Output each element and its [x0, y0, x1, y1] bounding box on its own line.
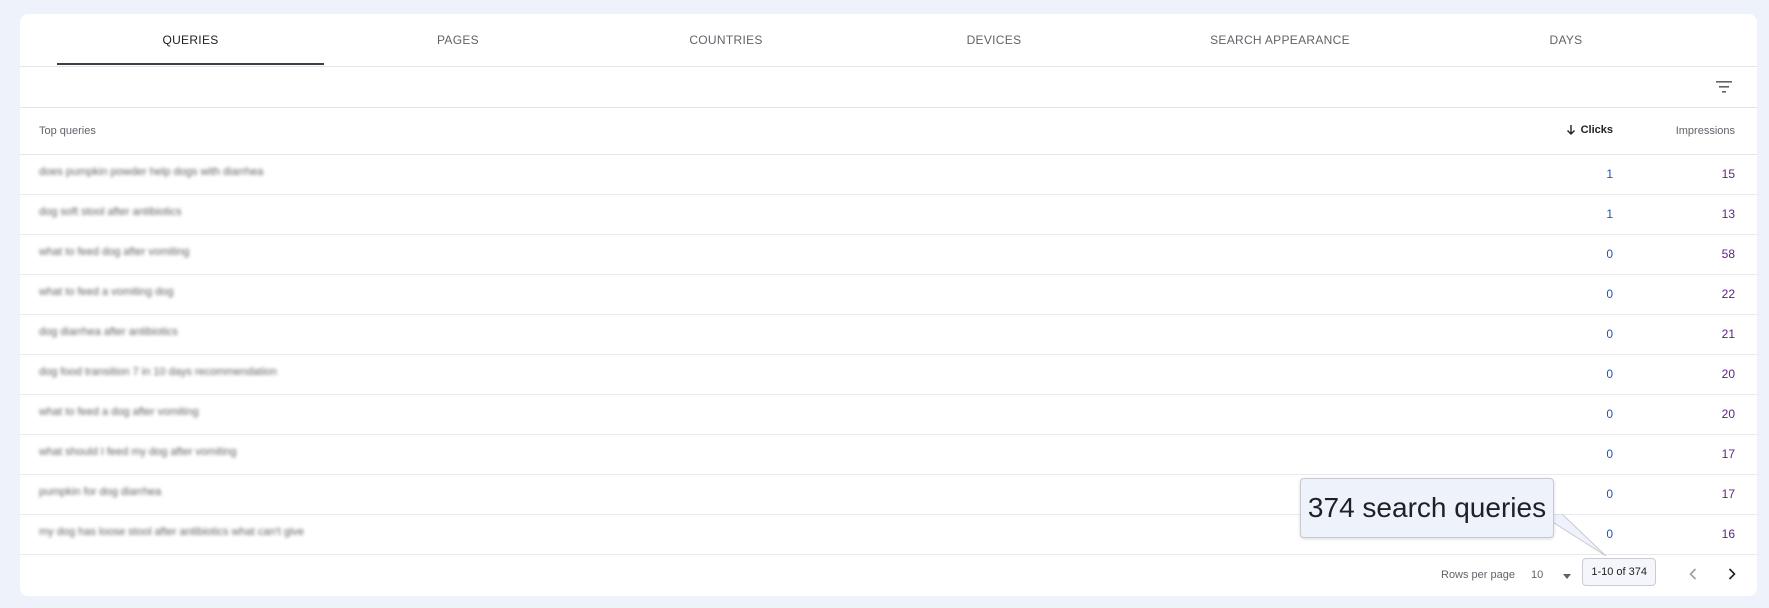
table-row[interactable]: what to feed a dog after vomiting 0 20 — [20, 395, 1757, 435]
column-header-clicks[interactable]: Clicks — [1565, 124, 1613, 136]
table-row[interactable]: does pumpkin powder help dogs with diarr… — [20, 155, 1757, 195]
active-tab-indicator — [57, 63, 324, 65]
query-cell: dog soft stool after antibiotics — [39, 206, 182, 218]
impressions-cell: 17 — [1721, 447, 1735, 461]
filter-icon[interactable] — [1714, 77, 1734, 97]
chevron-left-icon[interactable] — [1683, 564, 1703, 584]
column-header-clicks-label: Clicks — [1580, 124, 1613, 136]
query-cell: what to feed a dog after vomiting — [39, 406, 199, 418]
query-cell: what to feed dog after vomiting — [39, 246, 190, 258]
query-cell: pumpkin for dog diarrhea — [39, 486, 162, 498]
table-row[interactable]: what to feed dog after vomiting 0 58 — [20, 235, 1757, 275]
clicks-cell: 0 — [1606, 287, 1613, 301]
table-row[interactable]: dog food transition 7 in 10 days recomme… — [20, 355, 1757, 395]
table-row[interactable]: dog soft stool after antibiotics 1 13 — [20, 195, 1757, 235]
clicks-cell: 0 — [1606, 367, 1613, 381]
clicks-cell: 0 — [1606, 247, 1613, 261]
table-header: Top queries Clicks Impressions — [20, 108, 1757, 155]
column-header-top-queries[interactable]: Top queries — [39, 125, 96, 137]
pagination-range: 1-10 of 374 — [1582, 558, 1656, 586]
clicks-cell: 0 — [1606, 407, 1613, 421]
clicks-cell: 1 — [1606, 207, 1613, 221]
tab-countries[interactable]: COUNTRIES — [592, 14, 860, 66]
rows-per-page-label: Rows per page — [1441, 569, 1515, 581]
tab-search-appearance[interactable]: SEARCH APPEARANCE — [1128, 14, 1432, 66]
clicks-cell: 0 — [1606, 487, 1613, 501]
filter-bar — [20, 67, 1757, 108]
clicks-cell: 0 — [1606, 447, 1613, 461]
query-cell: what should I feed my dog after vomiting — [39, 446, 237, 458]
query-cell: my dog has loose stool after antibiotics… — [39, 526, 305, 538]
query-cell: what to feed a vomiting dog — [39, 286, 174, 298]
chevron-right-icon[interactable] — [1722, 564, 1742, 584]
table-row[interactable]: what should I feed my dog after vomiting… — [20, 435, 1757, 475]
impressions-cell: 20 — [1721, 407, 1735, 421]
impressions-cell: 17 — [1721, 487, 1735, 501]
table-row[interactable]: dog diarrhea after antibiotics 0 21 — [20, 315, 1757, 355]
query-cell: dog food transition 7 in 10 days recomme… — [39, 366, 277, 378]
dimension-tabs: QUERIES PAGES COUNTRIES DEVICES SEARCH A… — [20, 14, 1757, 67]
tab-pages[interactable]: PAGES — [324, 14, 592, 66]
query-cell: dog diarrhea after antibiotics — [39, 326, 178, 338]
dropdown-caret-icon — [1563, 574, 1571, 579]
tab-queries[interactable]: QUERIES — [57, 14, 324, 66]
query-cell: does pumpkin powder help dogs with diarr… — [39, 166, 264, 178]
impressions-cell: 16 — [1721, 527, 1735, 541]
column-header-impressions[interactable]: Impressions — [1676, 125, 1735, 137]
impressions-cell: 15 — [1721, 167, 1735, 181]
annotation-callout: 374 search queries — [1300, 478, 1554, 538]
impressions-cell: 13 — [1721, 207, 1735, 221]
impressions-cell: 58 — [1721, 247, 1735, 261]
rows-per-page-value: 10 — [1531, 569, 1544, 581]
impressions-cell: 21 — [1721, 327, 1735, 341]
pagination-bar: Rows per page 10 1-10 of 374 — [20, 554, 1757, 596]
arrow-down-icon — [1566, 125, 1575, 135]
tab-days[interactable]: DAYS — [1432, 14, 1700, 66]
table-row[interactable]: what to feed a vomiting dog 0 22 — [20, 275, 1757, 315]
impressions-cell: 22 — [1721, 287, 1735, 301]
rows-per-page-select[interactable]: 10 — [1531, 567, 1571, 585]
tab-devices[interactable]: DEVICES — [860, 14, 1128, 66]
clicks-cell: 1 — [1606, 167, 1613, 181]
clicks-cell: 0 — [1606, 327, 1613, 341]
impressions-cell: 20 — [1721, 367, 1735, 381]
